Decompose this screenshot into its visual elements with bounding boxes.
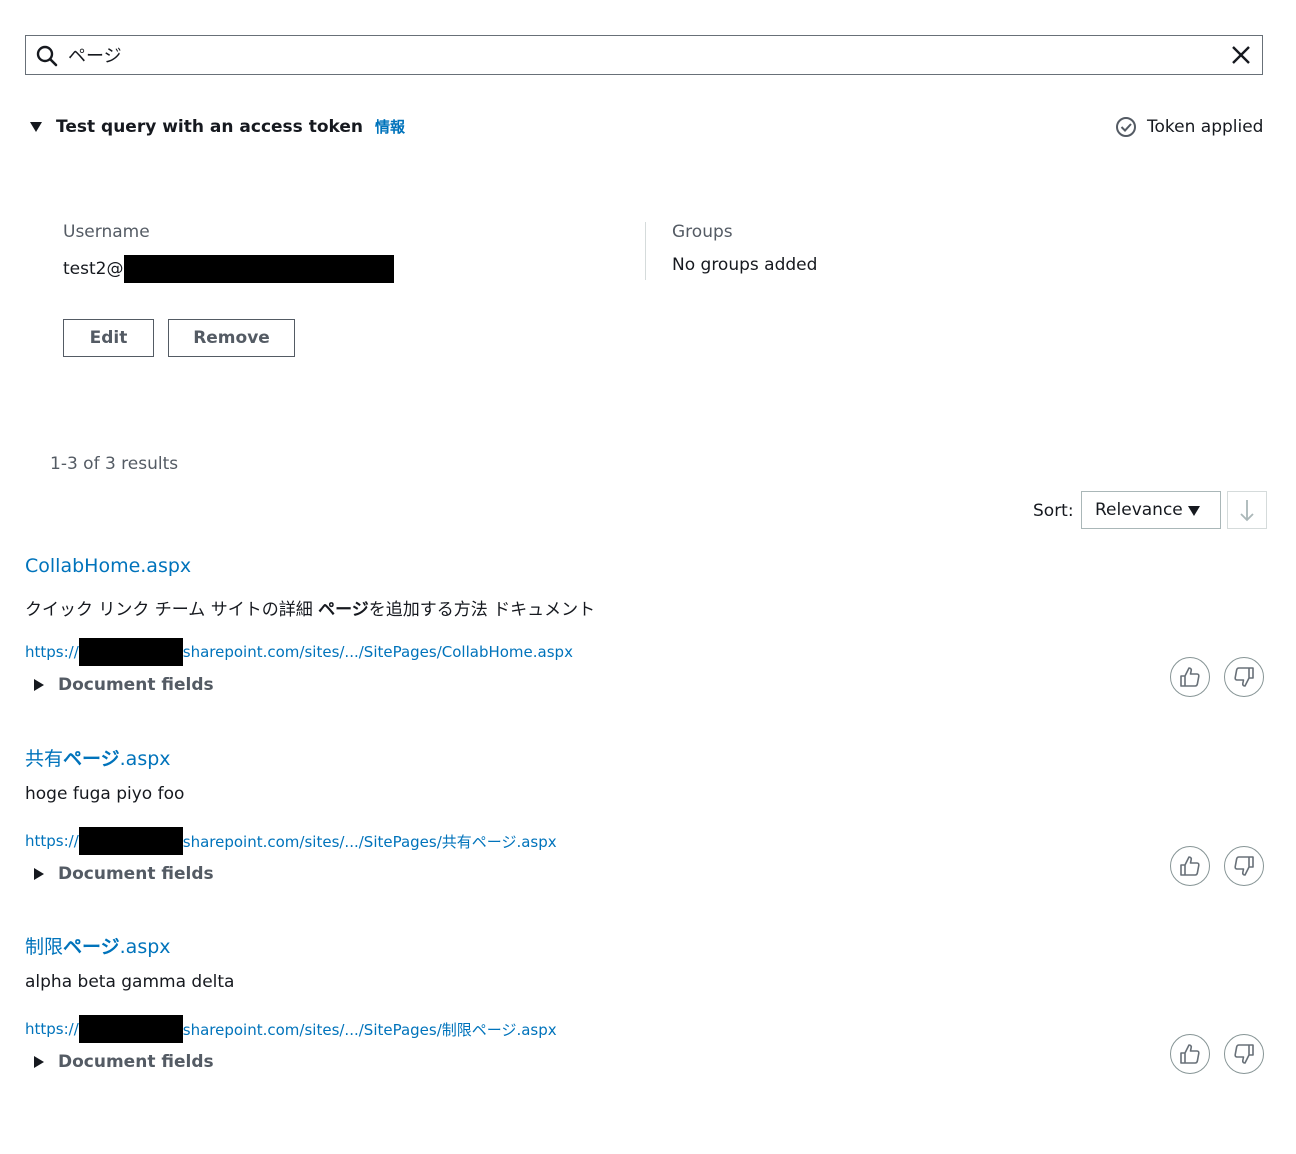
check-circle-icon <box>1116 117 1136 137</box>
token-status: Token applied <box>1115 116 1263 138</box>
sort-select[interactable]: Relevance <box>1081 491 1221 529</box>
thumbs-up-button[interactable] <box>1170 657 1210 697</box>
result-title[interactable]: 共有ページ.aspx <box>25 744 171 771</box>
result-item: CollabHome.aspx クイック リンク チーム サイトの詳細 ページを… <box>25 555 1270 725</box>
result-url[interactable]: https://sharepoint.com/sites/.../SitePag… <box>25 638 573 666</box>
edit-button[interactable]: Edit <box>63 319 154 357</box>
sort-select-value: Relevance <box>1095 500 1183 520</box>
caret-right-icon <box>34 679 44 691</box>
info-link[interactable]: 情報 <box>375 116 405 137</box>
close-icon[interactable] <box>1230 44 1252 66</box>
redaction-block <box>78 827 183 855</box>
caret-right-icon <box>34 868 44 880</box>
thumbs-up-icon <box>1180 667 1200 687</box>
search-bar <box>25 35 1263 75</box>
caret-down-icon <box>1188 506 1200 516</box>
search-input[interactable] <box>68 40 1208 70</box>
redaction-block <box>124 255 395 283</box>
result-url[interactable]: https://sharepoint.com/sites/.../SitePag… <box>25 827 557 855</box>
caret-down-icon <box>30 121 42 132</box>
result-title[interactable]: CollabHome.aspx <box>25 555 191 577</box>
thumbs-down-button[interactable] <box>1224 657 1264 697</box>
document-fields-expander[interactable]: Document fields <box>34 864 214 884</box>
document-fields-expander[interactable]: Document fields <box>34 675 214 695</box>
remove-button[interactable]: Remove <box>168 319 295 357</box>
thumbs-down-icon <box>1234 1044 1254 1064</box>
search-icon <box>36 45 58 67</box>
result-title[interactable]: 制限ページ.aspx <box>25 932 171 959</box>
redaction-block <box>78 638 183 666</box>
result-item: 制限ページ.aspx alpha beta gamma delta https:… <box>25 932 1270 1102</box>
thumbs-down-icon <box>1234 856 1254 876</box>
result-item: 共有ページ.aspx hoge fuga piyo foo https://sh… <box>25 744 1270 914</box>
caret-right-icon <box>34 1056 44 1068</box>
results-count: 1-3 of 3 results <box>50 454 179 474</box>
thumbs-down-button[interactable] <box>1224 846 1264 886</box>
username-text: test2@ <box>63 259 124 279</box>
arrow-down-icon <box>1240 500 1254 522</box>
document-fields-expander[interactable]: Document fields <box>34 1052 214 1072</box>
sort-direction-button[interactable] <box>1227 491 1267 529</box>
sort-label: Sort: <box>1033 501 1074 521</box>
thumbs-up-icon <box>1180 856 1200 876</box>
result-excerpt: alpha beta gamma delta <box>25 972 235 992</box>
result-url[interactable]: https://sharepoint.com/sites/.../SitePag… <box>25 1015 557 1043</box>
token-expander-label: Test query with an access token <box>56 116 363 137</box>
thumbs-up-button[interactable] <box>1170 846 1210 886</box>
result-excerpt: クイック リンク チーム サイトの詳細 ページを追加する方法 ドキュメント <box>25 600 596 620</box>
thumbs-down-icon <box>1234 667 1254 687</box>
token-status-text: Token applied <box>1147 117 1264 137</box>
groups-label: Groups <box>672 222 733 242</box>
thumbs-up-icon <box>1180 1044 1200 1064</box>
divider <box>645 222 646 280</box>
thumbs-up-button[interactable] <box>1170 1034 1210 1074</box>
result-excerpt: hoge fuga piyo foo <box>25 784 185 804</box>
redaction-block <box>78 1015 183 1043</box>
groups-value: No groups added <box>672 255 818 275</box>
token-expander[interactable]: Test query with an access token 情報 <box>30 116 405 137</box>
username-label: Username <box>63 222 150 242</box>
username-value: test2@ <box>63 255 395 283</box>
thumbs-down-button[interactable] <box>1224 1034 1264 1074</box>
